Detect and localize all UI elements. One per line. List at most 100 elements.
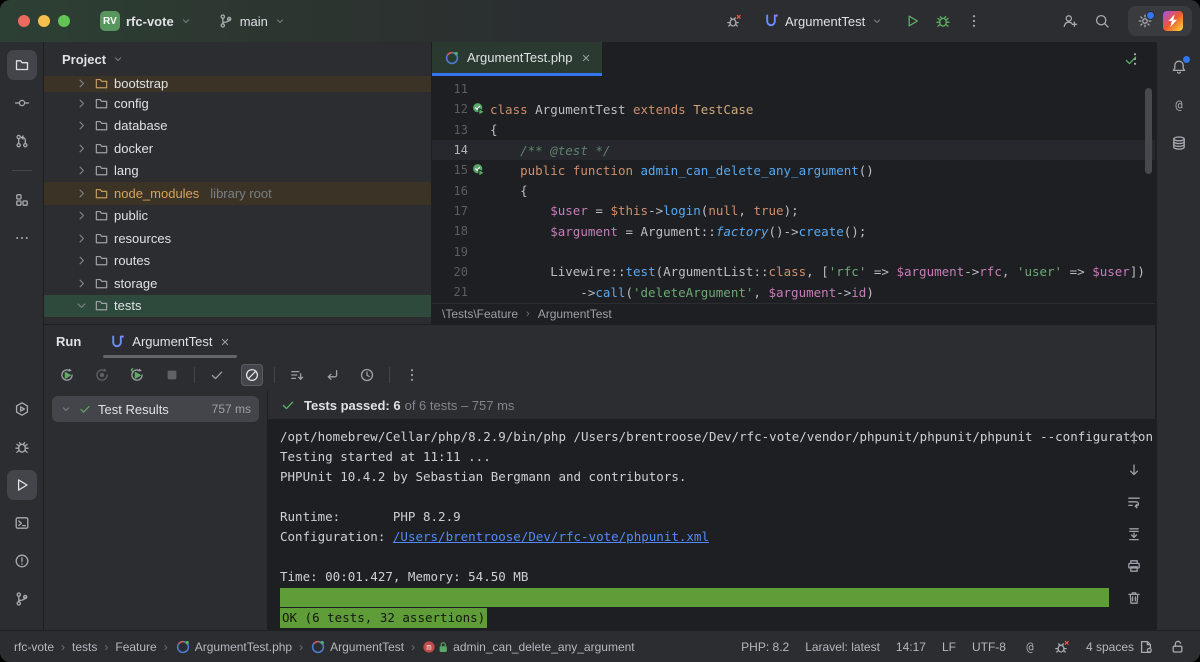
status-crumb-Feature[interactable]: Feature — [115, 640, 156, 654]
close-run-tab-icon[interactable] — [219, 336, 231, 348]
laravel-icon[interactable]: @ — [1164, 90, 1194, 120]
rerun-failed-icon[interactable] — [126, 364, 148, 386]
run-test-gutter-icon[interactable] — [468, 102, 490, 117]
chevron-right-icon[interactable] — [74, 76, 89, 91]
run-config-selector[interactable]: ArgumentTest — [757, 10, 889, 32]
tree-item-node_modules[interactable]: node_moduleslibrary root — [44, 182, 431, 205]
branch-selector[interactable]: main — [212, 10, 292, 32]
write-access-icon[interactable] — [1170, 639, 1186, 655]
run-button[interactable] — [904, 13, 920, 29]
code-line-11[interactable]: 11 — [432, 79, 1155, 99]
git-tool-icon[interactable] — [7, 584, 37, 614]
trash-icon[interactable] — [1123, 587, 1145, 609]
code-line-21[interactable]: 21 ->call('deleteArgument', $argument->i… — [432, 282, 1155, 302]
chevron-down-icon[interactable] — [112, 53, 124, 65]
no-debug-icon[interactable] — [1054, 639, 1070, 655]
tree-item-database[interactable]: database — [44, 115, 431, 138]
more-actions-icon[interactable] — [966, 13, 982, 29]
inspections-ok-icon[interactable] — [1123, 52, 1139, 68]
status-crumb-tests[interactable]: tests — [72, 640, 97, 654]
commit-tool-icon[interactable] — [7, 88, 37, 118]
structure-tool-icon[interactable] — [7, 185, 37, 215]
tree-item-storage[interactable]: storage — [44, 272, 431, 295]
close-tab-icon[interactable] — [580, 52, 592, 64]
database-tool-icon[interactable] — [1164, 128, 1194, 158]
arrow-down-icon[interactable] — [1123, 459, 1145, 481]
more-tools-icon[interactable] — [7, 223, 37, 253]
clock[interactable]: 14:17 — [896, 640, 926, 654]
test-results-row[interactable]: Test Results 757 ms — [52, 396, 259, 422]
print-icon[interactable] — [1123, 555, 1145, 577]
chevron-right-icon[interactable] — [74, 208, 89, 223]
laravel-version[interactable]: Laravel: latest — [805, 640, 880, 654]
run-test-gutter-icon[interactable] — [468, 163, 490, 178]
tab-argumenttest-php[interactable]: ArgumentTest.php — [432, 42, 602, 76]
nav-corner-icon[interactable] — [321, 364, 343, 386]
code-line-18[interactable]: 18 $argument = Argument::factory()->crea… — [432, 221, 1155, 241]
debug-tool-icon[interactable] — [7, 432, 37, 462]
more-v-icon[interactable] — [401, 364, 423, 386]
code-line-20[interactable]: 20 Livewire::test(ArgumentList::class, [… — [432, 262, 1155, 282]
services-tool-icon[interactable] — [7, 394, 37, 424]
laravel-status-icon[interactable]: @ — [1022, 639, 1038, 655]
code-line-13[interactable]: 13{ — [432, 120, 1155, 140]
arrow-up-icon[interactable] — [1123, 427, 1145, 449]
breadcrumb-class[interactable]: ArgumentTest — [538, 307, 612, 321]
status-crumb-admin_can_delete_any_argument[interactable]: madmin_can_delete_any_argument — [422, 640, 634, 654]
run-tool-icon[interactable] — [7, 470, 37, 500]
tree-item-docker[interactable]: docker — [44, 137, 431, 160]
indent-style[interactable]: 4 spaces — [1086, 639, 1154, 655]
tree-item-routes[interactable]: routes — [44, 250, 431, 273]
code-with-me-icon[interactable] — [1062, 13, 1078, 29]
tree-item-resources[interactable]: resources — [44, 227, 431, 250]
chevron-right-icon[interactable] — [74, 253, 89, 268]
code-line-17[interactable]: 17 $user = $this->login(null, true); — [432, 201, 1155, 221]
notifications-icon[interactable] — [1164, 52, 1194, 82]
breadcrumb-namespace[interactable]: \Tests\Feature — [442, 307, 518, 321]
sort-icon[interactable] — [286, 364, 308, 386]
stop-icon[interactable] — [161, 364, 183, 386]
code-line-19[interactable]: 19 — [432, 241, 1155, 261]
minimize-window-button[interactable] — [38, 15, 50, 27]
status-crumb-ArgumentTest.php[interactable]: ArgumentTest.php — [175, 639, 292, 655]
chevron-right-icon[interactable] — [74, 186, 89, 201]
rerun-icon[interactable] — [56, 364, 78, 386]
profiler-icon[interactable] — [726, 13, 742, 29]
run-tab-argumenttest[interactable]: ArgumentTest — [99, 325, 241, 358]
settings-gear-icon[interactable] — [1137, 13, 1153, 29]
chevron-down-icon[interactable] — [60, 403, 72, 415]
console-output[interactable]: /opt/homebrew/Cellar/php/8.2.9/bin/php /… — [268, 419, 1155, 630]
show-passed-icon[interactable] — [206, 364, 228, 386]
config-file-link[interactable]: /Users/brentroose/Dev/rfc-vote/phpunit.x… — [393, 529, 709, 544]
scroll-end-icon[interactable] — [1123, 523, 1145, 545]
line-separator[interactable]: LF — [942, 640, 956, 654]
chevron-right-icon[interactable] — [74, 231, 89, 246]
chevron-right-icon[interactable] — [74, 141, 89, 156]
tree-item-bootstrap[interactable]: bootstrap — [44, 76, 431, 92]
problems-tool-icon[interactable] — [7, 546, 37, 576]
history-icon[interactable] — [356, 364, 378, 386]
editor-scrollbar[interactable] — [1145, 88, 1152, 174]
code-line-16[interactable]: 16 { — [432, 180, 1155, 200]
chevron-right-icon[interactable] — [74, 163, 89, 178]
status-crumb-rfc-vote[interactable]: rfc-vote — [14, 640, 54, 654]
chevron-right-icon[interactable] — [74, 96, 89, 111]
rerun-idle-icon[interactable] — [91, 364, 113, 386]
chevron-down-icon[interactable] — [74, 298, 89, 313]
tree-item-public[interactable]: public — [44, 205, 431, 228]
debug-button[interactable] — [935, 13, 951, 29]
tree-item-lang[interactable]: lang — [44, 160, 431, 183]
terminal-tool-icon[interactable] — [7, 508, 37, 538]
zoom-window-button[interactable] — [58, 15, 70, 27]
tree-item-config[interactable]: config — [44, 92, 431, 115]
encoding[interactable]: UTF-8 — [972, 640, 1006, 654]
chevron-right-icon[interactable] — [74, 118, 89, 133]
pull-requests-tool-icon[interactable] — [7, 126, 37, 156]
code-area[interactable]: 1112class ArgumentTest extends TestCase1… — [432, 76, 1155, 304]
search-everywhere-icon[interactable] — [1094, 13, 1110, 29]
project-tool-icon[interactable] — [7, 50, 37, 80]
soft-wrap-icon[interactable] — [1123, 491, 1145, 513]
code-line-15[interactable]: 15 public function admin_can_delete_any_… — [432, 160, 1155, 180]
project-selector[interactable]: RV rfc-vote — [94, 8, 198, 34]
status-crumb-ArgumentTest[interactable]: ArgumentTest — [310, 639, 404, 655]
